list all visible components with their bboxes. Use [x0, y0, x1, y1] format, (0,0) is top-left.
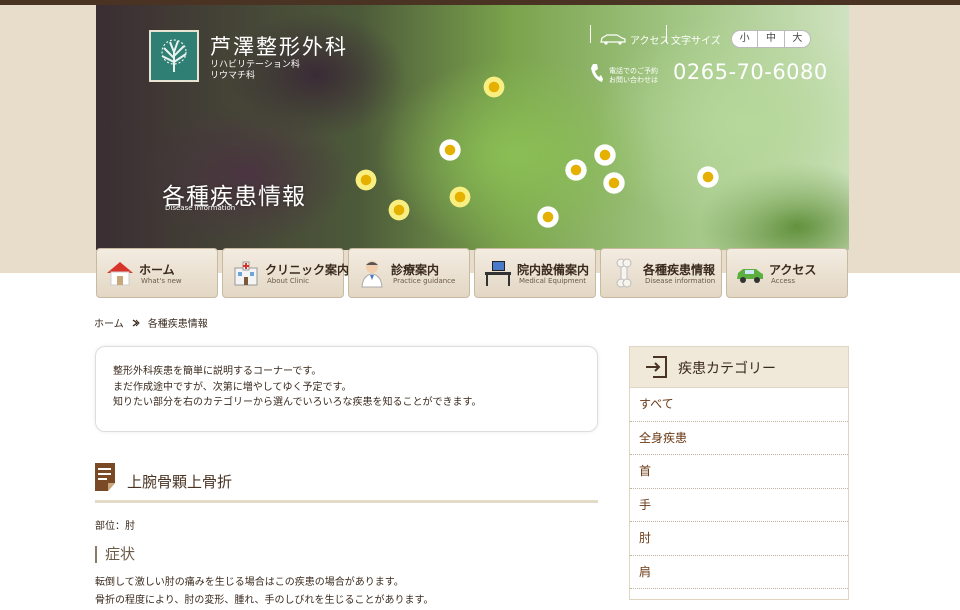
sidebar-item-systemic[interactable]: 全身疾患: [630, 422, 848, 455]
logo-mark[interactable]: [149, 30, 199, 82]
nav-disease-label: 各種疾患情報: [643, 263, 716, 277]
breadcrumb-home[interactable]: ホーム: [94, 315, 124, 330]
flower-decoration: [602, 171, 626, 195]
nav-access-en: Access: [771, 277, 795, 285]
nav-access-label: アクセス: [769, 263, 817, 277]
nav-clinic-label: クリニック案内: [265, 263, 350, 277]
util-divider: [590, 25, 591, 43]
intro-line: 知りたい部分を右のカテゴリーから選んでいろいろな疾患を知ることができます。: [113, 397, 482, 408]
page-title-en: Disease information: [165, 204, 236, 212]
nav-practice-label: 診療案内: [391, 263, 440, 277]
nav-home-label: ホーム: [139, 263, 175, 277]
sidebar-header: 疾患カテゴリー: [630, 347, 848, 388]
sidebar-item-shoulder[interactable]: 肩: [630, 556, 848, 589]
flower-decoration: [438, 138, 462, 162]
intro-line: 整形外科疾患を簡単に説明するコーナーです。: [113, 366, 322, 377]
breadcrumb: ホーム 各種疾患情報: [94, 315, 208, 330]
fontsize-large-button[interactable]: 大: [785, 31, 810, 47]
intro-line: まだ作成途中ですが、次第に増やしてゆく予定です。: [113, 381, 352, 393]
car-outline-icon: [600, 34, 626, 45]
flower-decoration: [448, 185, 472, 209]
nav-practice-en: Practice guidance: [393, 277, 456, 285]
symptom-text: 転倒して激しい肘の痛みを生じる場合はこの疾患の場合があります。 骨折の程度により…: [95, 574, 598, 610]
symptom-line: 骨折の程度により、肘の変形、腫れ、手のしびれを生じることがあります。: [95, 595, 434, 606]
nav-equipment-label: 院内設備案内: [517, 263, 590, 277]
phone-icon: [591, 64, 603, 82]
sidebar-item-hand[interactable]: 手: [630, 489, 848, 522]
util-divider: [666, 25, 667, 43]
fontsize-label: 文字サイズ: [671, 35, 721, 47]
equipment-icon: [485, 261, 511, 286]
department-rheumatology: リウマチ科: [210, 71, 256, 81]
symptom-line: 転倒して激しい肘の痛みを生じる場合はこの疾患の場合があります。: [95, 577, 404, 588]
phone-label: 電話でのご予約 お問い合わせは: [609, 67, 658, 85]
access-label: アクセス: [630, 35, 670, 47]
tree-logo-icon: [154, 36, 194, 76]
hero-banner: 芦澤整形外科 リハビリテーション科 リウマチ科 アクセス 文字サイズ 小 中 大…: [96, 5, 849, 250]
flower-decoration: [696, 165, 720, 189]
clinic-name[interactable]: 芦澤整形外科: [210, 31, 348, 61]
breadcrumb-arrow-icon: [132, 318, 140, 327]
flower-decoration: [593, 143, 617, 167]
car-icon: [737, 269, 763, 283]
article-title: 上腕骨顆上骨折: [127, 473, 233, 491]
flower-decoration: [564, 158, 588, 182]
flower-decoration: [354, 168, 378, 192]
clinic-departments: リハビリテーション科 リウマチ科: [210, 60, 300, 82]
phone-number[interactable]: 0265-70-6080: [673, 60, 828, 84]
phone-label-line2: お問い合わせは: [609, 76, 658, 84]
article-body-part: 部位：肘: [95, 521, 135, 532]
flower-decoration: [387, 198, 411, 222]
flower-decoration: [482, 75, 506, 99]
enter-arrow-icon: [646, 356, 667, 378]
nav-disease-en: Disease information: [645, 277, 716, 285]
house-icon: [107, 262, 133, 286]
symptom-heading: 症状: [95, 546, 135, 563]
nav-access[interactable]: アクセス Access: [726, 248, 848, 298]
sidebar-title: 疾患カテゴリー: [678, 361, 776, 377]
category-sidebar: 疾患カテゴリー すべて 全身疾患 首 手 肘 肩: [629, 346, 849, 600]
flower-decoration: [536, 205, 560, 229]
nav-equipment[interactable]: 院内設備案内 Medical Equipment: [474, 248, 596, 298]
department-rehab: リハビリテーション科: [210, 60, 300, 70]
sidebar-item-neck[interactable]: 首: [630, 455, 848, 489]
bone-icon: [616, 258, 632, 288]
sidebar-item-elbow[interactable]: 肘: [630, 522, 848, 556]
nav-disease[interactable]: 各種疾患情報 Disease information: [600, 248, 722, 298]
document-icon: [95, 463, 115, 491]
fontsize-medium-button[interactable]: 中: [758, 31, 785, 47]
nav-clinic[interactable]: クリニック案内 About Clinic: [222, 248, 349, 298]
doctor-icon: [361, 261, 383, 288]
article-header: 上腕骨顆上骨折: [95, 462, 598, 503]
nav-home-en: What's new: [141, 277, 182, 285]
fontsize-selector: 小 中 大: [731, 30, 811, 48]
breadcrumb-current: 各種疾患情報: [147, 319, 208, 330]
intro-box: 整形外科疾患を簡単に説明するコーナーです。 まだ作成途中ですが、次第に増やしてゆ…: [95, 346, 598, 432]
nav-clinic-en: About Clinic: [267, 277, 309, 285]
phone-label-line1: 電話でのご予約: [609, 67, 658, 75]
sidebar-item-all[interactable]: すべて: [630, 388, 848, 422]
nav-equipment-en: Medical Equipment: [519, 277, 587, 285]
fontsize-small-button[interactable]: 小: [732, 31, 759, 47]
access-link[interactable]: アクセス: [599, 30, 670, 48]
nav-practice[interactable]: 診療案内 Practice guidance: [348, 248, 470, 298]
clinic-building-icon: [234, 261, 258, 286]
nav-home[interactable]: ホーム What's new: [96, 248, 218, 298]
